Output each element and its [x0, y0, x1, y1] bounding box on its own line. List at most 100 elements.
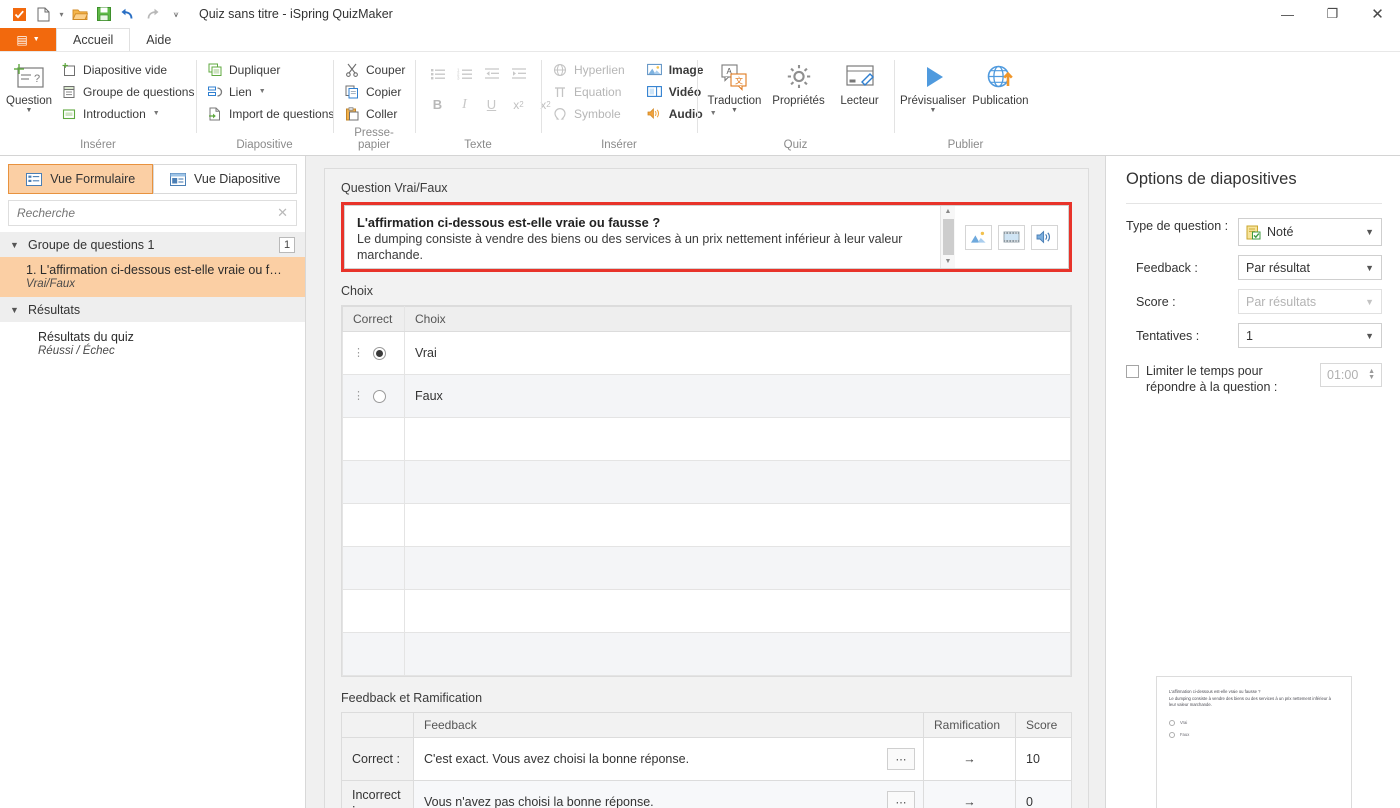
- translation-button[interactable]: A 文 Traduction ▼: [704, 56, 766, 114]
- scroll-down-icon[interactable]: ▼: [945, 256, 952, 268]
- chevron-down-icon[interactable]: ▼: [929, 107, 936, 114]
- table-row-empty[interactable]: [342, 589, 1071, 633]
- feedback-text-correct-cell[interactable]: C'est exact. Vous avez choisi la bonne r…: [413, 737, 924, 781]
- copy-button[interactable]: Copier: [339, 81, 410, 102]
- question-editor-box[interactable]: L'affirmation ci-dessous est-elle vraie …: [344, 205, 1069, 269]
- slide-thumbnail[interactable]: L'affirmation ci-dessous est-elle vraie …: [1156, 676, 1352, 808]
- chevron-down-icon[interactable]: ▼: [731, 107, 738, 114]
- preview-button[interactable]: Prévisualiser ▼: [900, 56, 966, 114]
- new-file-dropdown-icon[interactable]: ▾: [56, 3, 67, 25]
- scrollbar-thumb[interactable]: [942, 219, 954, 255]
- properties-button[interactable]: Propriétés: [768, 56, 830, 107]
- branch-arrow-correct[interactable]: →: [923, 737, 1016, 781]
- table-row-empty[interactable]: [342, 546, 1071, 590]
- branch-arrow-incorrect[interactable]: →: [923, 780, 1016, 808]
- duplicate-button[interactable]: Dupliquer: [202, 59, 339, 80]
- question-scrollbar[interactable]: ▲ ▼: [940, 206, 955, 268]
- search-input[interactable]: [17, 206, 278, 220]
- chevron-down-icon[interactable]: ▼: [1365, 263, 1374, 273]
- import-questions-button[interactable]: Import de questions: [202, 103, 339, 124]
- feedback-more-button-correct[interactable]: ⋯: [887, 748, 915, 770]
- save-icon[interactable]: [93, 3, 115, 25]
- subscript-icon[interactable]: x2: [506, 93, 531, 116]
- bold-icon[interactable]: B: [425, 93, 450, 116]
- insert-question-button[interactable]: ? Question ▼: [6, 56, 52, 114]
- publish-button[interactable]: Publication: [970, 56, 1031, 107]
- insert-image-icon[interactable]: [965, 224, 992, 250]
- minimize-button[interactable]: —: [1265, 0, 1310, 28]
- feedback-more-button-incorrect[interactable]: ⋯: [887, 791, 915, 808]
- chevron-down-icon[interactable]: ▼: [153, 110, 160, 117]
- maximize-button[interactable]: ❐: [1310, 0, 1355, 28]
- chevron-down-icon[interactable]: ▼: [26, 107, 33, 114]
- tab-vue-formulaire[interactable]: Vue Formulaire: [8, 164, 153, 194]
- table-row-empty[interactable]: [342, 460, 1071, 504]
- clear-search-icon[interactable]: ✕: [277, 205, 288, 221]
- question-group-button[interactable]: Groupe de questions: [56, 81, 199, 102]
- choice-text-1[interactable]: Vrai: [404, 331, 1071, 375]
- search-box[interactable]: ✕: [8, 200, 297, 226]
- question-group-header[interactable]: ▼ Groupe de questions 1 1: [0, 232, 305, 257]
- tab-accueil[interactable]: Accueil: [56, 28, 131, 51]
- time-limit-checkbox[interactable]: [1126, 365, 1139, 378]
- chevron-down-icon[interactable]: ▼: [10, 240, 20, 250]
- question-text-area[interactable]: L'affirmation ci-dessous est-elle vraie …: [345, 206, 940, 268]
- new-file-icon[interactable]: [32, 3, 54, 25]
- score-incorrect[interactable]: 0: [1015, 780, 1072, 808]
- table-row-empty[interactable]: [342, 632, 1071, 676]
- question-type-select[interactable]: Noté ▼: [1238, 218, 1382, 246]
- table-row[interactable]: ⋮ Faux: [342, 374, 1071, 418]
- insert-audio-icon[interactable]: [1031, 224, 1058, 250]
- attempts-select[interactable]: 1 ▼: [1238, 323, 1382, 348]
- time-limit-stepper[interactable]: 01:00 ▲ ▼: [1320, 363, 1382, 387]
- cut-button[interactable]: Couper: [339, 59, 410, 80]
- undo-icon[interactable]: [117, 3, 139, 25]
- score-correct[interactable]: 10: [1015, 737, 1072, 781]
- choice-correct-cell-2[interactable]: ⋮: [342, 374, 405, 418]
- sidebar-question-item-1[interactable]: 1. L'affirmation ci-dessous est-elle vra…: [0, 257, 305, 297]
- hyperlink-button[interactable]: Hyperlien: [547, 59, 630, 80]
- table-row-empty[interactable]: [342, 417, 1071, 461]
- numbered-list-icon[interactable]: 123: [452, 62, 477, 85]
- drag-handle-icon[interactable]: ⋮: [353, 391, 364, 402]
- empty-choice-cell[interactable]: [404, 632, 1071, 676]
- file-menu-button[interactable]: ▤ ▼: [0, 28, 56, 51]
- customize-qat-icon[interactable]: ⩛: [165, 3, 187, 25]
- empty-choice-cell[interactable]: [404, 503, 1071, 547]
- blank-slide-button[interactable]: Diapositive vide: [56, 59, 199, 80]
- paste-button[interactable]: Coller: [339, 103, 410, 124]
- insert-video-icon[interactable]: [998, 224, 1025, 250]
- chevron-down-icon[interactable]: ▼: [259, 88, 266, 95]
- empty-choice-cell[interactable]: [404, 546, 1071, 590]
- sidebar-results-item[interactable]: Résultats du quiz Réussi / Échec: [0, 322, 305, 363]
- chevron-down-icon[interactable]: ▼: [1365, 227, 1374, 237]
- italic-icon[interactable]: I: [452, 93, 477, 116]
- empty-choice-cell[interactable]: [404, 417, 1071, 461]
- player-button[interactable]: Lecteur: [832, 56, 888, 107]
- choice-text-2[interactable]: Faux: [404, 374, 1071, 418]
- introduction-button[interactable]: Introduction ▼: [56, 103, 199, 124]
- increase-indent-icon[interactable]: [506, 62, 531, 85]
- table-row-empty[interactable]: [342, 503, 1071, 547]
- tab-aide[interactable]: Aide: [130, 28, 187, 51]
- choice-correct-cell-1[interactable]: ⋮: [342, 331, 405, 375]
- feedback-select[interactable]: Par résultat ▼: [1238, 255, 1382, 280]
- choice-radio-2[interactable]: [373, 390, 386, 404]
- tab-vue-diapositive[interactable]: Vue Diapositive: [152, 164, 297, 194]
- chevron-down-icon[interactable]: ▼: [1365, 331, 1374, 341]
- redo-icon[interactable]: [141, 3, 163, 25]
- bullet-list-icon[interactable]: [425, 62, 450, 85]
- empty-choice-cell[interactable]: [404, 589, 1071, 633]
- symbol-button[interactable]: Symbole: [547, 103, 630, 124]
- table-row[interactable]: ⋮ Vrai: [342, 331, 1071, 375]
- empty-choice-cell[interactable]: [404, 460, 1071, 504]
- decrease-indent-icon[interactable]: [479, 62, 504, 85]
- chevron-down-icon[interactable]: ▼: [10, 305, 20, 315]
- link-button[interactable]: Lien ▼: [202, 81, 339, 102]
- close-button[interactable]: ✕: [1355, 0, 1400, 28]
- choice-radio-1[interactable]: [373, 347, 386, 361]
- stepper-arrows-icon[interactable]: ▲ ▼: [1368, 368, 1375, 381]
- drag-handle-icon[interactable]: ⋮: [353, 348, 364, 359]
- feedback-text-incorrect-cell[interactable]: Vous n'avez pas choisi la bonne réponse.…: [413, 780, 924, 808]
- underline-icon[interactable]: U: [479, 93, 504, 116]
